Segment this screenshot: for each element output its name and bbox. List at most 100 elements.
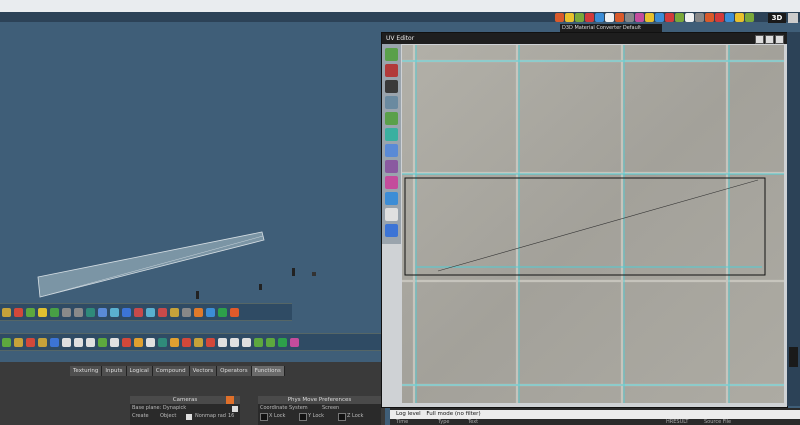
base-plane-dropdown-icon[interactable]: [232, 405, 238, 412]
tab-vectors[interactable]: Vectors: [189, 366, 218, 376]
upper-tool-icon[interactable]: [110, 307, 119, 317]
viewport-plane-mesh[interactable]: [37, 231, 265, 298]
lower-tool-icon[interactable]: [206, 337, 215, 347]
lower-tool-icon[interactable]: [38, 337, 47, 347]
log-col-type[interactable]: Type: [438, 419, 449, 425]
view-dropdown-button[interactable]: [788, 13, 798, 23]
top-tool-icon[interactable]: [705, 13, 714, 22]
uv-tool-select-icon[interactable]: [385, 48, 398, 61]
material-converter-selector[interactable]: D3D Material Converter Default: [560, 24, 662, 32]
lower-tool-icon[interactable]: [2, 337, 11, 347]
lower-tool-icon[interactable]: [14, 337, 23, 347]
top-tool-icon[interactable]: [655, 13, 664, 22]
maximize-icon[interactable]: [765, 35, 774, 44]
top-tool-icon[interactable]: [665, 13, 674, 22]
close-icon[interactable]: [775, 35, 784, 44]
upper-tool-icon[interactable]: [170, 307, 179, 317]
top-tool-icon[interactable]: [575, 13, 584, 22]
upper-tool-icon[interactable]: [218, 307, 227, 317]
top-tool-icon[interactable]: [645, 13, 654, 22]
lower-tool-icon[interactable]: [86, 337, 95, 347]
uv-tool-relax-icon[interactable]: [385, 160, 398, 173]
lower-tool-icon[interactable]: [266, 337, 275, 347]
tab-logical[interactable]: Logical: [126, 366, 153, 376]
upper-tool-icon[interactable]: [134, 307, 143, 317]
uv-tool-rotate-icon[interactable]: [385, 80, 398, 93]
upper-tool-icon[interactable]: [206, 307, 215, 317]
viewport-small-object[interactable]: [292, 268, 295, 276]
uv-tool-move-icon[interactable]: [385, 64, 398, 77]
top-tool-icon[interactable]: [595, 13, 604, 22]
uv-editor-titlebar[interactable]: UV Editor: [382, 33, 787, 44]
lower-tool-icon[interactable]: [26, 337, 35, 347]
upper-tool-icon[interactable]: [122, 307, 131, 317]
lower-tool-icon[interactable]: [158, 337, 167, 347]
uv-texture-view[interactable]: [402, 45, 784, 403]
lower-tool-icon[interactable]: [254, 337, 263, 347]
top-tool-icon[interactable]: [625, 13, 634, 22]
log-col-time[interactable]: Time: [396, 419, 408, 425]
top-tool-icon[interactable]: [585, 13, 594, 22]
lower-tool-icon[interactable]: [218, 337, 227, 347]
top-tool-icon[interactable]: [735, 13, 744, 22]
uv-canvas[interactable]: [402, 45, 784, 403]
top-tool-icon[interactable]: [725, 13, 734, 22]
base-plane-label[interactable]: Base plane: Dynapick: [132, 405, 186, 412]
lower-tool-icon[interactable]: [278, 337, 287, 347]
upper-tool-icon[interactable]: [98, 307, 107, 317]
viewport-small-object[interactable]: [312, 272, 316, 276]
top-tool-icon[interactable]: [675, 13, 684, 22]
tab-compound[interactable]: Compound: [152, 366, 190, 376]
uv-tool-pin-icon[interactable]: [385, 176, 398, 189]
log-col-text[interactable]: Text: [468, 419, 478, 425]
minimize-icon[interactable]: [755, 35, 764, 44]
top-tool-icon[interactable]: [635, 13, 644, 22]
top-tool-icon[interactable]: [555, 13, 564, 22]
lower-tool-icon[interactable]: [74, 337, 83, 347]
uv-tool-weld-icon[interactable]: [385, 112, 398, 125]
object-dropdown-icon[interactable]: [186, 413, 192, 420]
tab-operators[interactable]: Operators: [217, 366, 252, 376]
lower-tool-icon[interactable]: [194, 337, 203, 347]
lower-tool-icon[interactable]: [146, 337, 155, 347]
uv-tool-scale-icon[interactable]: [385, 96, 398, 109]
uv-tool-split-icon[interactable]: [385, 128, 398, 141]
lower-tool-icon[interactable]: [110, 337, 119, 347]
tab-functions[interactable]: Functions: [251, 366, 285, 376]
viewport-small-object[interactable]: [196, 291, 199, 299]
nonmap-rad-value[interactable]: 16: [228, 413, 234, 420]
lower-tool-icon[interactable]: [122, 337, 131, 347]
upper-tool-icon[interactable]: [74, 307, 83, 317]
upper-tool-icon[interactable]: [62, 307, 71, 317]
upper-tool-icon[interactable]: [38, 307, 47, 317]
upper-tool-icon[interactable]: [230, 307, 239, 317]
lower-tool-icon[interactable]: [290, 337, 299, 347]
uv-tool-snap-icon[interactable]: [385, 144, 398, 157]
x-lock-checkbox[interactable]: [260, 413, 268, 421]
cameras-close-icon[interactable]: [226, 396, 234, 404]
upper-tool-icon[interactable]: [14, 307, 23, 317]
top-tool-icon[interactable]: [685, 13, 694, 22]
lower-tool-icon[interactable]: [62, 337, 71, 347]
top-tool-icon[interactable]: [605, 13, 614, 22]
create-label[interactable]: Create: [132, 413, 149, 420]
log-col-hresult[interactable]: HRESULT: [666, 419, 688, 425]
upper-tool-icon[interactable]: [2, 307, 11, 317]
top-tool-icon[interactable]: [745, 13, 754, 22]
lower-tool-icon[interactable]: [98, 337, 107, 347]
coordinate-system-value[interactable]: Screen: [322, 405, 339, 412]
y-lock-checkbox[interactable]: [299, 413, 307, 421]
upper-tool-icon[interactable]: [26, 307, 35, 317]
uv-tool-refresh-icon[interactable]: [385, 224, 398, 237]
lower-tool-icon[interactable]: [182, 337, 191, 347]
log-mode-selector[interactable]: Full mode (no filter): [422, 411, 480, 417]
z-lock-checkbox[interactable]: [338, 413, 346, 421]
lower-tool-icon[interactable]: [230, 337, 239, 347]
upper-tool-icon[interactable]: [50, 307, 59, 317]
top-tool-icon[interactable]: [565, 13, 574, 22]
upper-tool-icon[interactable]: [182, 307, 191, 317]
object-label[interactable]: Object: [160, 413, 176, 420]
viewport-small-object[interactable]: [259, 284, 262, 290]
top-tool-icon[interactable]: [695, 13, 704, 22]
upper-tool-icon[interactable]: [86, 307, 95, 317]
